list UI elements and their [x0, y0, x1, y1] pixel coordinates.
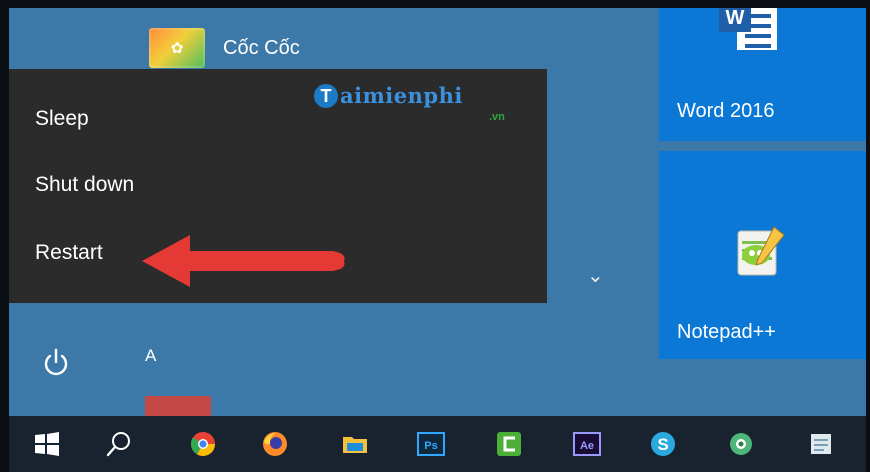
svg-text:S: S: [657, 435, 668, 454]
restart-option[interactable]: Restart: [35, 241, 103, 265]
photoshop-icon[interactable]: Ps: [417, 430, 445, 458]
chrome-icon[interactable]: [189, 430, 217, 458]
app-list-item-coccoc[interactable]: ✿ Cốc Cốc: [149, 26, 300, 70]
tile-label-word: Word 2016: [677, 100, 775, 122]
coccoc-icon: ✿: [149, 28, 205, 68]
file-explorer-icon[interactable]: [341, 430, 369, 458]
start-menu: ✿ Cốc Cốc Sleep Shut down Restart T aimi…: [9, 8, 866, 416]
tile-label-notepad: Notepad++: [677, 321, 776, 343]
watermark-logo-icon: T: [314, 84, 338, 108]
app-list-item-partial[interactable]: [145, 396, 211, 416]
sleep-option[interactable]: Sleep: [35, 107, 89, 131]
taskbar: Ps Ae S: [9, 416, 866, 472]
tile-word-2016[interactable]: W Word 2016: [659, 8, 866, 141]
word-glyph: W: [726, 8, 745, 29]
notepad-taskbar-icon[interactable]: [807, 430, 835, 458]
firefox-icon[interactable]: [261, 430, 289, 458]
chevron-down-icon[interactable]: ⌄: [587, 263, 604, 288]
word-icon: W: [719, 8, 777, 50]
after-effects-glyph: Ae: [580, 440, 594, 452]
watermark-name: aimienphi: [340, 83, 463, 108]
photoshop-glyph: Ps: [424, 440, 437, 452]
shut-down-option[interactable]: Shut down: [35, 173, 134, 197]
taimienphi-watermark: T aimienphi .vn: [314, 83, 505, 123]
tile-notepad-plus-plus[interactable]: Notepad++: [659, 151, 866, 359]
skype-icon[interactable]: S: [649, 430, 677, 458]
red-arrow-annotation: [142, 235, 345, 287]
notepad-plus-plus-icon: [737, 226, 785, 276]
app-label-coccoc: Cốc Cốc: [223, 36, 300, 59]
power-icon[interactable]: [39, 346, 73, 380]
app-list-section-header: A: [145, 346, 157, 365]
search-icon[interactable]: [105, 430, 133, 458]
start-windows-icon[interactable]: [33, 430, 61, 458]
watermark-domain: .vn: [489, 111, 505, 123]
camtasia-icon[interactable]: [495, 430, 523, 458]
after-effects-icon[interactable]: Ae: [573, 430, 601, 458]
coccoc-taskbar-icon[interactable]: [727, 430, 755, 458]
